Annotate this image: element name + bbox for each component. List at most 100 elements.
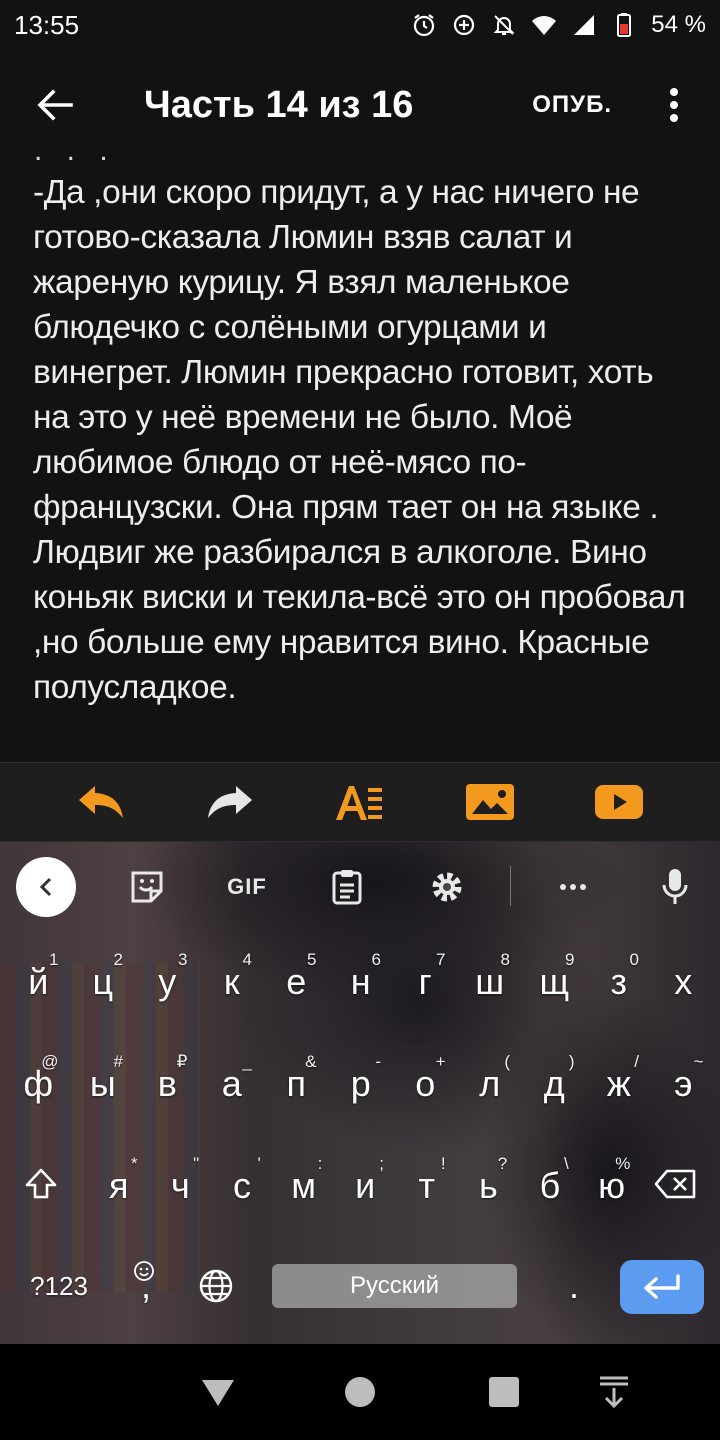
key-ь[interactable]: ь? bbox=[458, 1136, 520, 1236]
key-п[interactable]: п & bbox=[264, 1034, 329, 1134]
key-label: э bbox=[674, 1063, 693, 1104]
key-а[interactable]: а _ bbox=[200, 1034, 265, 1134]
more-horiz-icon bbox=[560, 884, 586, 890]
key-м[interactable]: м: bbox=[273, 1136, 335, 1236]
page-title: Часть 14 из 16 bbox=[144, 83, 414, 126]
more-options-button[interactable] bbox=[652, 75, 696, 135]
wifi-icon bbox=[531, 12, 557, 38]
redo-button[interactable] bbox=[200, 777, 260, 827]
key-label: с bbox=[232, 1165, 251, 1206]
key-hint: ~ bbox=[693, 1052, 704, 1071]
toolbar-divider bbox=[510, 866, 511, 906]
key-hint: + bbox=[435, 1052, 446, 1071]
key-label: м bbox=[291, 1165, 316, 1206]
key-hint: 5 bbox=[307, 950, 317, 969]
key-с[interactable]: с ' bbox=[211, 1136, 273, 1236]
key-е[interactable]: е5 bbox=[264, 932, 329, 1032]
key-г[interactable]: г7 bbox=[393, 932, 458, 1032]
key-ч[interactable]: ч " bbox=[150, 1136, 212, 1236]
clipboard-icon bbox=[332, 870, 362, 905]
nav-back-button[interactable] bbox=[198, 1372, 238, 1412]
keyboard-settings-button[interactable] bbox=[424, 864, 470, 910]
key-hint: 6 bbox=[371, 950, 381, 969]
nav-recents-button[interactable] bbox=[484, 1372, 524, 1412]
comma-key[interactable]: , bbox=[118, 1236, 174, 1336]
key-д[interactable]: д) bbox=[522, 1034, 587, 1134]
shift-key[interactable] bbox=[12, 1134, 70, 1234]
key-я[interactable]: я * bbox=[88, 1136, 150, 1236]
publish-button[interactable]: ОПУБ. bbox=[532, 91, 612, 119]
key-у[interactable]: у3 bbox=[135, 932, 200, 1032]
key-т[interactable]: т! bbox=[396, 1136, 458, 1236]
system-navigation-bar bbox=[0, 1344, 720, 1440]
key-label: д bbox=[543, 1063, 565, 1104]
key-н[interactable]: н6 bbox=[329, 932, 394, 1032]
key-в[interactable]: в ₽ bbox=[135, 1034, 200, 1134]
key-з[interactable]: з0 bbox=[587, 932, 652, 1032]
key-ш[interactable]: ш8 bbox=[458, 932, 523, 1032]
key-б[interactable]: б \ bbox=[519, 1136, 581, 1236]
notifications-off-icon bbox=[491, 12, 517, 38]
key-label: р bbox=[350, 1063, 371, 1104]
collapse-toolbar-button[interactable] bbox=[16, 857, 76, 917]
key-hint: * bbox=[130, 1154, 138, 1173]
key-hint: ! bbox=[440, 1154, 446, 1173]
key-л[interactable]: л( bbox=[458, 1034, 523, 1134]
key-label: п bbox=[286, 1063, 307, 1104]
symbols-key[interactable]: ?123 bbox=[14, 1236, 104, 1336]
key-и[interactable]: и; bbox=[334, 1136, 396, 1236]
key-ж[interactable]: ж / bbox=[587, 1034, 652, 1134]
voice-input-button[interactable] bbox=[652, 864, 698, 910]
key-label: б bbox=[539, 1165, 561, 1206]
key-label: у bbox=[158, 961, 177, 1002]
nav-home-button[interactable] bbox=[340, 1372, 380, 1412]
key-hint: / bbox=[634, 1052, 639, 1071]
chevron-left-icon bbox=[39, 877, 52, 897]
key-label: в bbox=[157, 1063, 177, 1104]
chapter-text[interactable]: -Да ,они скоро придут, а у нас ничего не… bbox=[33, 170, 693, 710]
key-к[interactable]: к4 bbox=[200, 932, 265, 1032]
chapter-text-editor[interactable]: . . . -Да ,они скоро придут, а у нас нич… bbox=[0, 140, 720, 762]
key-hint: - bbox=[375, 1052, 381, 1071]
key-й[interactable]: й1 bbox=[6, 932, 71, 1032]
key-hint: ; bbox=[379, 1154, 384, 1173]
language-key[interactable] bbox=[186, 1236, 246, 1336]
key-hint: 7 bbox=[436, 950, 446, 969]
key-щ[interactable]: щ9 bbox=[522, 932, 587, 1032]
backspace-key[interactable] bbox=[646, 1134, 706, 1234]
key-label: а bbox=[221, 1063, 242, 1104]
space-key[interactable]: Русский bbox=[272, 1264, 517, 1308]
insert-image-button[interactable] bbox=[460, 777, 520, 827]
clipboard-button[interactable] bbox=[324, 864, 370, 910]
text-format-button[interactable] bbox=[330, 777, 390, 827]
key-hint: @ bbox=[41, 1052, 59, 1071]
key-hint: & bbox=[305, 1052, 317, 1071]
more-tools-button[interactable] bbox=[550, 864, 596, 910]
key-label: ц bbox=[92, 961, 114, 1002]
emoji-icon bbox=[132, 1250, 156, 1281]
gif-button[interactable]: GIF bbox=[224, 864, 270, 910]
key-ц[interactable]: ц2 bbox=[71, 932, 136, 1032]
hide-keyboard-button[interactable] bbox=[594, 1372, 634, 1412]
undo-button[interactable] bbox=[71, 777, 131, 827]
key-ф[interactable]: ф @ bbox=[6, 1034, 71, 1134]
key-hint: 1 bbox=[49, 950, 59, 969]
key-label: х bbox=[674, 961, 693, 1002]
key-э[interactable]: э ~ bbox=[651, 1034, 716, 1134]
insert-video-button[interactable] bbox=[589, 777, 649, 827]
key-hint: 9 bbox=[565, 950, 575, 969]
key-ю[interactable]: ю% bbox=[581, 1136, 643, 1236]
sticker-button[interactable] bbox=[124, 864, 170, 910]
key-х[interactable]: х bbox=[651, 932, 716, 1032]
status-icons: 54 % bbox=[411, 11, 706, 39]
period-key[interactable]: . bbox=[548, 1236, 600, 1336]
microphone-icon bbox=[662, 869, 688, 904]
alarm-icon bbox=[411, 12, 437, 38]
key-ы[interactable]: ы # bbox=[71, 1034, 136, 1134]
key-о[interactable]: о + bbox=[393, 1034, 458, 1134]
enter-key[interactable] bbox=[620, 1260, 704, 1314]
key-р[interactable]: р- bbox=[329, 1034, 394, 1134]
key-label: л bbox=[479, 1063, 501, 1104]
key-label: ы bbox=[89, 1063, 116, 1104]
key-label: г bbox=[418, 961, 432, 1002]
